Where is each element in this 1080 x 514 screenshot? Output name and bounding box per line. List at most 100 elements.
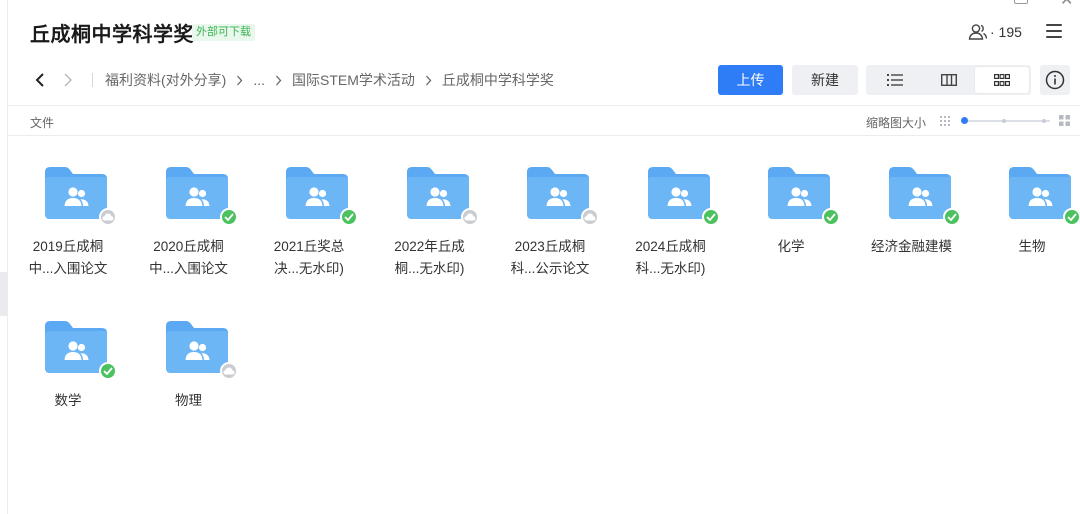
upload-button[interactable]: 上传 [718,65,783,95]
synced-check-icon [701,208,720,226]
files-header-divider [8,135,1080,136]
slider-stop [1002,119,1006,123]
files-header-label: 文件 [30,116,55,130]
folder-name-line: 2021丘奖总 [273,239,345,254]
folder-name-line: 物理 [175,393,202,408]
folder-item[interactable]: 生物 [982,150,1080,300]
folder-name-line: 科...公示论文 [510,261,590,276]
synced-check-icon [219,208,238,226]
shared-folder-icon [164,166,230,220]
folder-name: 生物 [972,236,1080,258]
folder-name: 2024丘成桐 科...无水印) [611,236,731,280]
close-icon[interactable]: ✕ [1060,0,1073,9]
sidebar-collapse-handle[interactable] [0,272,7,316]
folder-name: 2019丘成桐 中...入围论文 [8,236,128,280]
folder-name-line: 决...无水印) [274,261,344,276]
folder-name-line: 桐...无水印) [394,261,465,276]
list-view-button[interactable] [868,67,922,93]
folder-item[interactable]: 2023丘成桐 科...公示论文 [500,150,600,300]
folder-item[interactable]: 2022年丘成 桐...无水印) [380,150,480,300]
cloud-only-icon [99,208,117,226]
breadcrumb-ellipsis[interactable]: ... [253,72,265,88]
page-title: 丘成桐中学科学奖 [30,24,194,46]
folder-name-line: 2023丘成桐 [514,239,586,254]
chevron-right-icon [275,75,282,86]
member-count: · 195 [990,24,1022,40]
synced-check-icon [340,208,358,226]
folder-name: 数学 [8,390,128,412]
chevron-right-icon [236,75,243,86]
thumbnail-size-label: 缩略图大小 [866,116,927,130]
info-icon [1045,70,1065,90]
folder-item[interactable]: 2024丘成桐 科...无水印) [621,150,721,300]
breadcrumb-current: 丘成桐中学科学奖 [441,72,554,88]
synced-check-icon [1063,208,1080,226]
thumbnail-size-slider[interactable] [940,114,1072,128]
slider-stop [1042,119,1046,123]
folder-item[interactable]: 2020丘成桐 中...入围论文 [139,150,239,300]
chevron-left-icon [35,73,44,87]
cloud-only-icon [219,362,238,380]
folder-name: 2020丘成桐 中...入围论文 [129,236,249,280]
grid-view-icon [994,74,1011,86]
folder-item[interactable]: 2019丘成桐 中...入围论文 [18,150,118,300]
synced-check-icon [942,208,961,226]
folder-name-line: 生物 [1018,239,1046,254]
folder-item[interactable]: 经济金融建模 [862,150,962,300]
breadcrumb-item[interactable]: 福利资料(对外分享) [105,70,226,90]
folder-name-line: 2020丘成桐 [153,239,224,254]
folder-name: 化学 [731,236,851,258]
folder-item[interactable]: 化学 [741,150,841,300]
folder-name-line: 科...无水印) [635,261,706,276]
view-mode-switcher [866,65,1031,95]
breadcrumb-item[interactable]: 国际STEM学术活动 [292,70,415,90]
column-view-icon [940,74,957,86]
shared-folder-icon [405,166,471,220]
folder-name: 2021丘奖总 决...无水印) [249,236,369,280]
cloud-only-icon [460,208,479,226]
folder-item[interactable]: 2021丘奖总 决...无水印) [259,150,359,300]
synced-check-icon [99,362,117,380]
folder-name-line: 2019丘成桐 [32,239,104,254]
folder-name-line: 2022年丘成 [394,239,465,254]
left-sidebar-edge [0,0,8,514]
grid-view-button[interactable] [975,67,1030,93]
menu-icon[interactable] [1046,24,1062,38]
chevron-right-icon [425,75,432,86]
folder-name-line: 中...入围论文 [28,261,108,276]
folder-item[interactable]: 数学 [18,304,118,454]
shared-folder-icon [887,166,953,220]
folder-item[interactable]: 物理 [139,304,239,454]
folder-name: 2023丘成桐 科...公示论文 [490,236,610,280]
slider-track[interactable] [964,120,1050,122]
folder-name-line: 数学 [54,393,82,408]
info-button[interactable] [1040,65,1070,95]
cloud-only-icon [581,208,599,226]
synced-check-icon [822,208,840,226]
chevron-right-icon [64,73,73,87]
new-button[interactable]: 新建 [792,65,858,95]
shared-folder-icon [646,166,712,220]
download-permission-badge: 外部可下载 [192,24,255,41]
large-grid-icon [1059,115,1070,126]
breadcrumb: 福利资料(对外分享) ... 国际STEM学术活动 丘成桐中学科学奖 [30,64,554,96]
shared-folder-icon [164,320,230,374]
folder-name: 经济金融建模 [852,236,972,258]
back-button[interactable] [30,70,50,90]
forward-button[interactable] [58,70,78,90]
folder-name: 2022年丘成 桐...无水印) [370,236,490,280]
toolbar-divider [8,105,1080,106]
list-view-icon [886,74,903,86]
members-button[interactable]: · 195 [968,22,1022,42]
folder-name-line: 化学 [777,239,805,254]
small-grid-icon [940,116,950,126]
folder-name-line: 经济金融建模 [871,239,952,254]
folder-name-line: 中...入围论文 [149,261,228,276]
nav-divider [92,73,93,87]
column-view-button[interactable] [922,67,976,93]
maximize-icon[interactable] [1014,0,1028,4]
folder-name: 物理 [129,390,249,412]
slider-handle[interactable] [961,117,968,124]
folder-name-line: 2024丘成桐 [635,239,706,254]
members-icon [968,24,988,40]
